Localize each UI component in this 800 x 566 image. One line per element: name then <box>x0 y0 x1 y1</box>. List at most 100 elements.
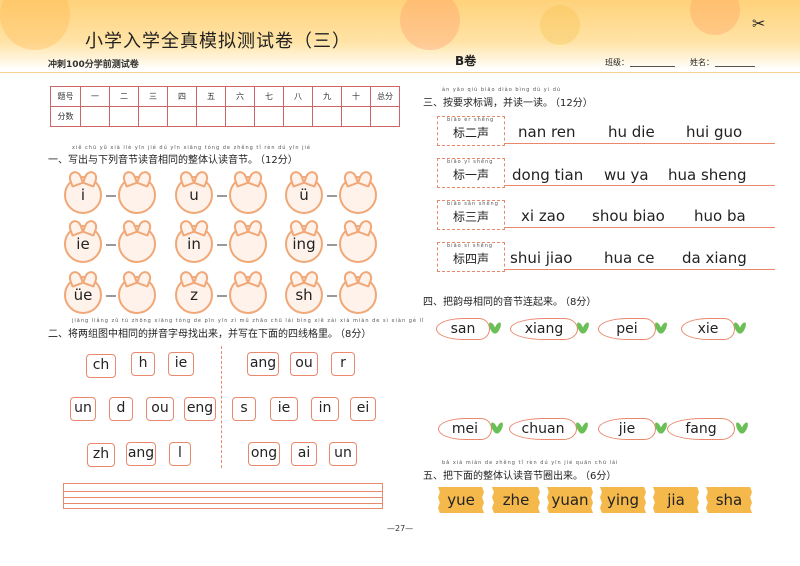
tone-label: 标三声 <box>437 200 505 230</box>
answer-circle[interactable] <box>229 176 267 214</box>
table-cell: 九 <box>312 86 342 107</box>
answer-circle[interactable] <box>118 225 156 263</box>
table-cell: 七 <box>254 86 284 107</box>
section3-pinyin-hint: àn yāo qiú biāo diào bìng dú yi dú <box>442 87 562 93</box>
leaf-icon <box>737 422 747 436</box>
pinyin-word[interactable]: huo ba <box>694 207 746 225</box>
pinyin-word[interactable]: xi zao <box>521 207 565 225</box>
row-underline <box>505 185 775 186</box>
syllable-tag[interactable]: yuan <box>547 487 593 513</box>
pinyin-word[interactable]: da xiang <box>682 249 747 267</box>
letter-hexagon: un <box>70 397 96 421</box>
answer-circle[interactable] <box>339 276 377 314</box>
section5-title: 五、把下面的整体认读音节圈出来。 （6分） <box>423 467 616 482</box>
section5-pinyin-hint: bǎ xià miàn de zhěng tǐ rèn dú yīn jié q… <box>442 460 619 466</box>
score-table: 题号 一 二 三 四 五 六 七 八 九 十 总分 分数 <box>50 86 400 127</box>
carrot-syllable[interactable]: pei <box>598 318 656 340</box>
group-divider <box>221 346 222 468</box>
score-cell[interactable] <box>109 106 139 127</box>
table-cell: 十 <box>341 86 371 107</box>
header-decoration <box>0 0 70 50</box>
pinyin-word[interactable]: hui guo <box>686 123 742 141</box>
dash-line <box>327 195 337 197</box>
score-cell[interactable] <box>138 106 168 127</box>
syllable-tag[interactable]: sha <box>706 487 752 513</box>
section3-title: 三、按要求标调，并读一读。 （12分） <box>423 94 593 109</box>
leaf-icon <box>492 422 502 436</box>
score-cell[interactable] <box>370 106 400 127</box>
page-number: —27— <box>387 524 414 533</box>
syllable-tag[interactable]: zhe <box>492 487 540 513</box>
pinyin-word[interactable]: nan ren <box>518 123 576 141</box>
leaf-icon <box>578 322 588 336</box>
tone-label: 标二声 <box>437 116 505 146</box>
pinyin-word[interactable]: shou biao <box>592 207 665 225</box>
carrot-syllable[interactable]: jie <box>598 418 656 440</box>
grid-line <box>64 503 382 504</box>
score-cell[interactable] <box>312 106 342 127</box>
score-cell[interactable] <box>80 106 110 127</box>
section2-title: 二、将两组图中相同的拼音字母找出来，并写在下面的四线格里。 （8分） <box>48 325 371 340</box>
score-cell[interactable] <box>283 106 313 127</box>
leaf-icon <box>577 422 587 436</box>
score-cell[interactable] <box>254 106 284 127</box>
leaf-icon <box>656 322 666 336</box>
score-cell[interactable] <box>341 106 371 127</box>
answer-circle[interactable] <box>118 276 156 314</box>
row-underline <box>505 143 775 144</box>
answer-circle[interactable] <box>339 176 377 214</box>
syllable-tag[interactable]: yue <box>438 487 484 513</box>
answer-circle[interactable] <box>229 276 267 314</box>
carrot-syllable[interactable]: chuan <box>509 418 577 440</box>
section4-title: 四、把韵母相同的音节连起来。 （8分） <box>423 293 596 308</box>
tone-label: 标一声 <box>437 158 505 188</box>
section2-title-text: 二、将两组图中相同的拼音字母找出来，并写在下面的四线格里。 <box>48 329 338 340</box>
section1-score: （12分） <box>260 155 298 166</box>
pinyin-word[interactable]: hua ce <box>604 249 654 267</box>
syllable-circle: ie <box>64 225 102 263</box>
table-cell: 二 <box>109 86 139 107</box>
score-cell[interactable] <box>167 106 197 127</box>
syllable-tag[interactable]: jia <box>653 487 699 513</box>
class-blank <box>630 66 675 67</box>
syllable-circle: z <box>175 276 213 314</box>
section2-score: （8分） <box>340 329 372 340</box>
carrot-syllable[interactable]: xie <box>681 318 735 340</box>
score-cell[interactable] <box>225 106 255 127</box>
letter-hexagon: r <box>331 352 355 376</box>
syllable-circle: u <box>175 176 213 214</box>
score-cell[interactable] <box>196 106 226 127</box>
section4-title-text: 四、把韵母相同的音节连起来。 <box>423 297 563 308</box>
syllable-circle: i <box>64 176 102 214</box>
pinyin-word[interactable]: hu die <box>608 123 655 141</box>
section3-title-text: 三、按要求标调，并读一读。 <box>423 98 553 109</box>
grid-line <box>64 497 382 498</box>
leaf-icon <box>735 322 745 336</box>
header-decoration <box>690 0 740 35</box>
carrot-syllable[interactable]: xiang <box>510 318 578 340</box>
letter-hexagon: d <box>109 397 133 421</box>
carrot-syllable[interactable]: mei <box>438 418 492 440</box>
answer-circle[interactable] <box>229 225 267 263</box>
pinyin-word[interactable]: hua sheng <box>668 166 747 184</box>
pinyin-word[interactable]: wu ya <box>604 166 649 184</box>
pinyin-word[interactable]: shui jiao <box>510 249 572 267</box>
syllable-circle: ing <box>285 225 323 263</box>
table-cell: 题号 <box>50 86 81 107</box>
dash-line <box>217 195 227 197</box>
header-divider <box>0 72 800 73</box>
pinyin-word[interactable]: dong tian <box>512 166 583 184</box>
answer-circle[interactable] <box>118 176 156 214</box>
four-line-grid[interactable] <box>63 483 383 509</box>
answer-circle[interactable] <box>339 225 377 263</box>
syllable-tag[interactable]: ying <box>600 487 646 513</box>
letter-hexagon: ie <box>168 352 194 376</box>
carrot-syllable[interactable]: fang <box>667 418 735 440</box>
letter-hexagon: ong <box>248 442 280 466</box>
row-underline <box>505 227 775 228</box>
letter-hexagon: ou <box>290 352 318 376</box>
class-label: 班级： <box>605 58 629 67</box>
page-subtitle: 冲刺100分学前测试卷 <box>48 60 139 70</box>
carrot-syllable[interactable]: san <box>436 318 490 340</box>
table-cell: 八 <box>283 86 313 107</box>
